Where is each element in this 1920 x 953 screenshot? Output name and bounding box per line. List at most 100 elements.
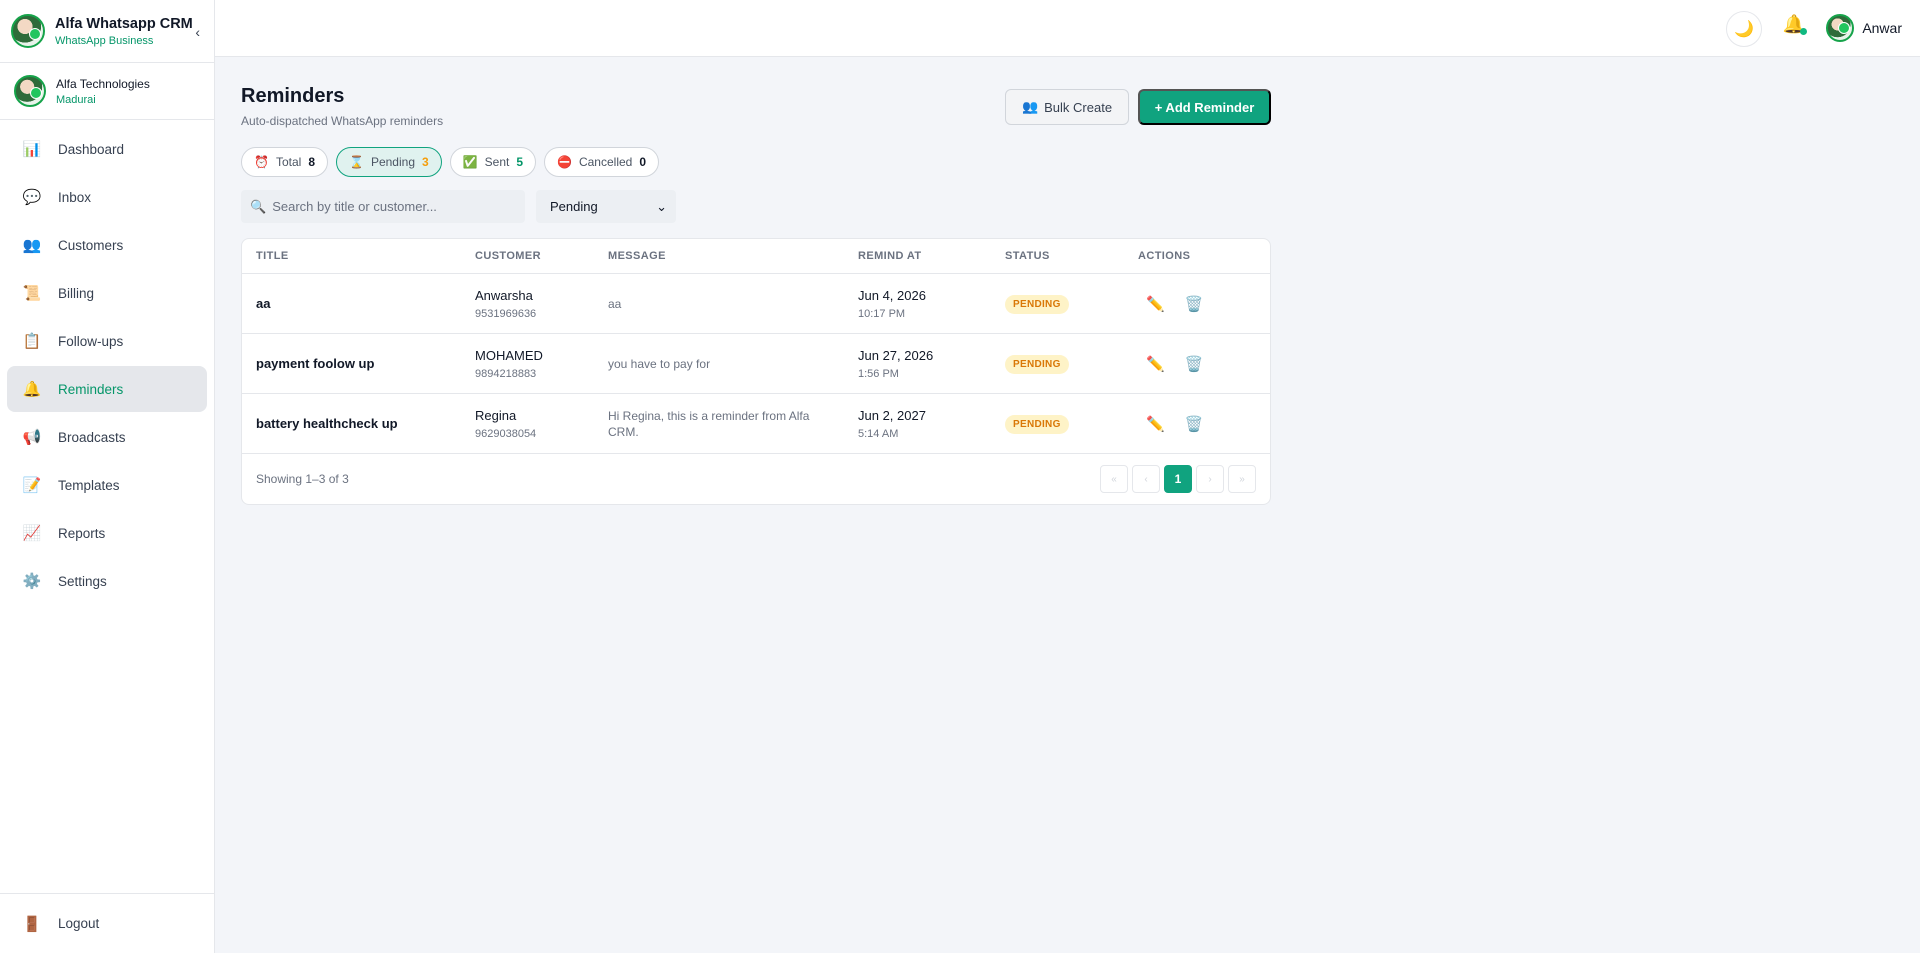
bulk-create-button[interactable]: 👥 Bulk Create [1005,89,1129,125]
stat-pill-pending[interactable]: ⌛ Pending 3 [336,147,442,177]
first-page-button[interactable]: « [1100,465,1128,493]
org-switcher[interactable]: Alfa Technologies Madurai [0,63,214,120]
add-reminder-button[interactable]: + Add Reminder [1138,89,1271,125]
stat-count: 5 [516,155,524,169]
logout-label: Logout [58,916,100,931]
notifications-button[interactable]: 🔔 [1783,14,1807,35]
remind-time: 5:14 AM [858,427,899,440]
user-name: Anwar [1862,20,1902,36]
sidebar-item-follow-ups[interactable]: 📋 Follow-ups [7,318,207,364]
remind-time: 10:17 PM [858,307,906,320]
door-icon: 🚪 [22,915,42,933]
stat-pill-total[interactable]: ⏰ Total 8 [241,147,328,177]
sidebar-item-label: Customers [58,237,124,253]
edit-icon[interactable]: ✏️ [1146,295,1165,313]
users-icon: 👥 [1021,99,1039,114]
remind-date: Jun 4, 2026 [858,287,926,303]
table-header: TITLE CUSTOMER MESSAGE REMIND AT STATUS … [242,239,1270,274]
logout-button[interactable]: 🚪 Logout [0,893,214,953]
column-header-message[interactable]: MESSAGE [608,250,858,262]
alarm-clock-icon: ⏰ [254,155,269,169]
topbar: 🌙 🔔 Anwar [215,0,1920,57]
bulk-create-label: Bulk Create [1044,99,1113,115]
column-header-status[interactable]: STATUS [1005,250,1138,262]
page-button-current[interactable]: 1 [1164,465,1192,493]
customer-phone: 9894218883 [475,367,537,380]
stat-label: Sent [484,155,510,169]
pagination: « ‹ 1 › » [1100,465,1256,493]
sidebar-item-label: Follow-ups [58,333,124,349]
brand-title: Alfa Whatsapp CRM [55,15,193,32]
follow-ups-icon: 📋 [22,333,42,350]
prev-page-button[interactable]: ‹ [1132,465,1160,493]
brand-subtitle: WhatsApp Business [55,34,154,47]
reminders-icon: 🔔 [22,381,42,398]
brand-logo [11,14,45,48]
notification-dot [1800,28,1807,35]
reminder-title: aa [256,296,271,311]
sidebar-item-reminders[interactable]: 🔔 Reminders [7,366,207,412]
sidebar-item-label: Dashboard [58,141,125,157]
reminders-table: TITLE CUSTOMER MESSAGE REMIND AT STATUS … [241,238,1271,505]
status-select-value: Pending [550,199,598,214]
theme-toggle-button[interactable]: 🌙 [1726,11,1762,47]
pagination-summary: Showing 1–3 of 3 [256,472,349,486]
chevron-down-icon: ⌄ [656,198,667,214]
main-content: Reminders Auto-dispatched WhatsApp remin… [241,85,1271,505]
trash-icon[interactable]: 🗑️ [1185,295,1204,313]
edit-icon[interactable]: ✏️ [1146,415,1165,433]
table-row[interactable]: aa Anwarsha 9531969636 aa Jun 4, 2026 10:1… [242,274,1270,334]
next-page-button[interactable]: › [1196,465,1224,493]
table-row[interactable]: battery healthcheck up Regina 9629038054 … [242,394,1270,454]
search-placeholder: Search by title or customer... [272,199,437,214]
templates-icon: 📝 [22,477,42,494]
collapse-sidebar-icon[interactable]: ‹ [195,24,200,40]
brand: Alfa Whatsapp CRM WhatsApp Business ‹ [0,0,214,63]
check-box-icon: ✅ [462,155,478,169]
table-row[interactable]: payment foolow up MOHAMED 9894218883 you … [242,334,1270,394]
customer-name: MOHAMED [475,347,543,363]
column-header-customer[interactable]: CUSTOMER [475,250,608,262]
sidebar-item-label: Inbox [58,189,92,205]
sidebar-item-dashboard[interactable]: 📊 Dashboard [7,126,207,172]
search-icon: 🔍 [250,198,267,214]
reports-icon: 📈 [22,525,42,542]
stat-pill-sent[interactable]: ✅ Sent 5 [449,147,537,177]
sidebar-item-customers[interactable]: 👥 Customers [7,222,207,268]
reminder-title: payment foolow up [256,356,375,371]
status-badge: PENDING [1005,294,1069,314]
sidebar-item-label: Reports [58,525,106,541]
customer-name: Anwarsha [475,287,533,303]
org-name: Alfa Technologies [56,76,150,91]
trash-icon[interactable]: 🗑️ [1185,355,1204,373]
stat-label: Total [275,155,302,169]
trash-icon[interactable]: 🗑️ [1185,415,1204,433]
hourglass-icon: ⌛ [349,155,364,169]
reminder-message: you have to pay for [608,356,711,371]
stat-label: Cancelled [578,155,633,169]
sidebar-item-billing[interactable]: 📜 Billing [7,270,207,316]
sidebar-item-templates[interactable]: 📝 Templates [7,462,207,508]
sidebar-item-reports[interactable]: 📈 Reports [7,510,207,556]
sidebar-item-inbox[interactable]: 💬 Inbox [7,174,207,220]
stat-count: 3 [422,155,429,169]
sidebar-item-label: Settings [58,573,107,589]
column-header-title[interactable]: TITLE [242,250,475,262]
status-select[interactable]: Pending ⌄ [536,190,676,223]
billing-icon: 📜 [22,285,42,302]
stat-label: Pending [370,155,415,169]
edit-icon[interactable]: ✏️ [1146,355,1165,373]
reminder-title: battery healthcheck up [256,416,398,431]
sidebar-item-settings[interactable]: ⚙️ Settings [7,558,207,604]
sidebar: Alfa Whatsapp CRM WhatsApp Business ‹ Al… [0,0,215,953]
stat-pill-cancelled[interactable]: ⛔ Cancelled 0 [544,147,660,177]
sidebar-item-broadcasts[interactable]: 📢 Broadcasts [7,414,207,460]
broadcasts-icon: 📢 [22,429,42,446]
last-page-button[interactable]: » [1228,465,1256,493]
customers-icon: 👥 [22,237,42,254]
status-badge: PENDING [1005,414,1069,434]
column-header-remind-at[interactable]: REMIND AT [858,250,1005,262]
customer-phone: 9531969636 [475,307,537,320]
search-input[interactable]: 🔍 Search by title or customer... [241,190,525,223]
user-menu[interactable]: Anwar [1826,14,1902,42]
